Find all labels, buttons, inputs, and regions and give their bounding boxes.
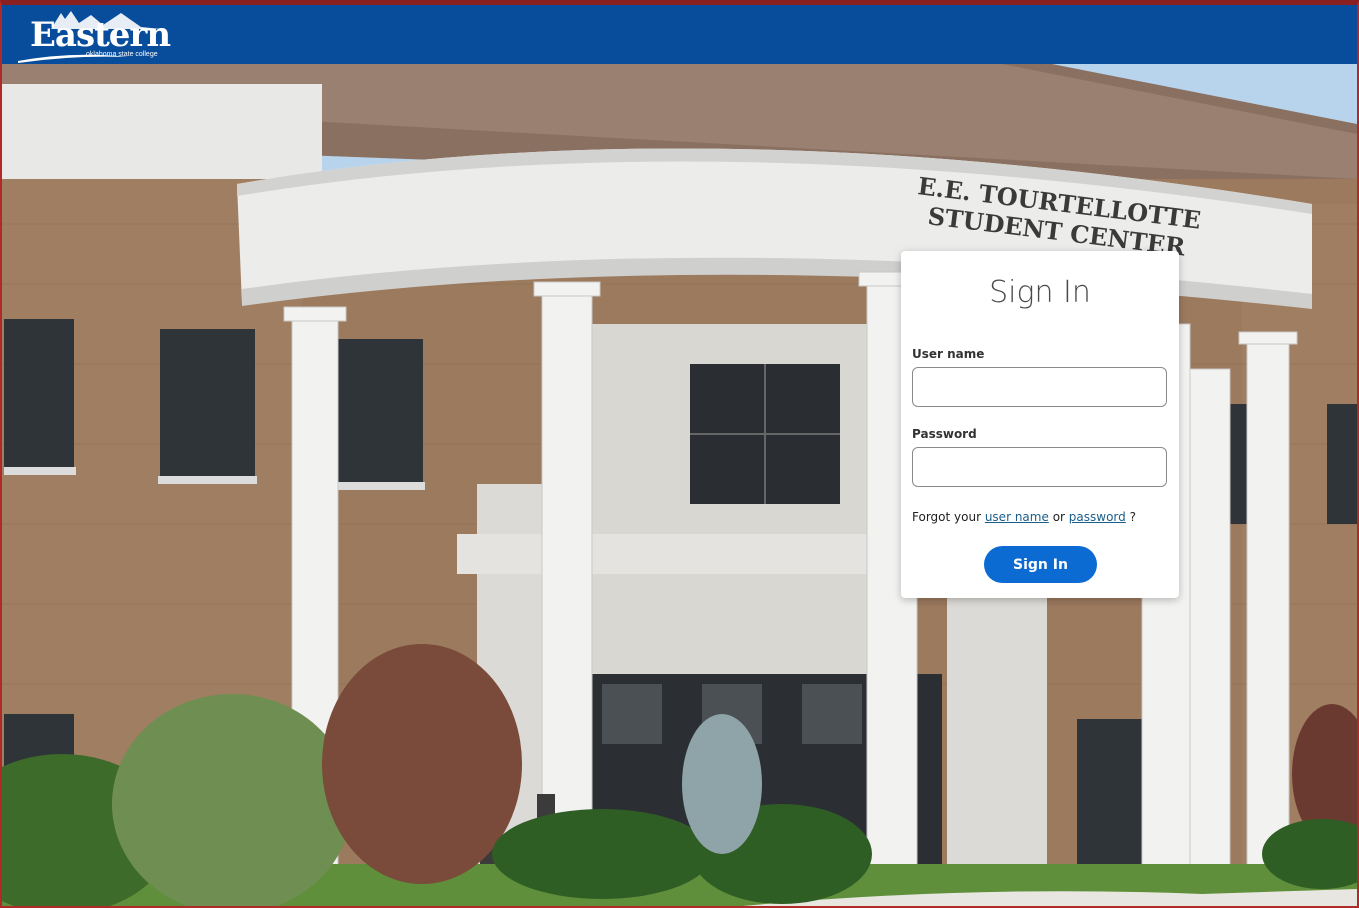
password-input[interactable] bbox=[912, 447, 1167, 487]
page-frame: Eastern oklahoma state college E.E. TOUR… bbox=[0, 0, 1359, 908]
forgot-username-link[interactable]: user name bbox=[985, 510, 1049, 524]
forgot-prefix: Forgot your bbox=[912, 510, 981, 524]
password-label: Password bbox=[912, 427, 977, 441]
college-logo[interactable]: Eastern oklahoma state college bbox=[16, 9, 196, 63]
signin-title: Sign In bbox=[989, 275, 1091, 310]
forgot-password-link[interactable]: password bbox=[1069, 510, 1126, 524]
username-input[interactable] bbox=[912, 367, 1167, 407]
forgot-suffix: ? bbox=[1129, 510, 1136, 524]
forgot-credentials-text: Forgot your user name or password ? bbox=[912, 510, 1136, 524]
logo-subtext: oklahoma state college bbox=[86, 51, 158, 58]
forgot-or: or bbox=[1052, 510, 1065, 524]
signin-button[interactable]: Sign In bbox=[984, 546, 1097, 583]
top-header-bar: Eastern oklahoma state college bbox=[2, 5, 1357, 64]
logo-wordmark: Eastern bbox=[30, 15, 171, 55]
signin-card: Sign In User name Password Forgot your u… bbox=[901, 251, 1179, 598]
username-label: User name bbox=[912, 347, 985, 361]
